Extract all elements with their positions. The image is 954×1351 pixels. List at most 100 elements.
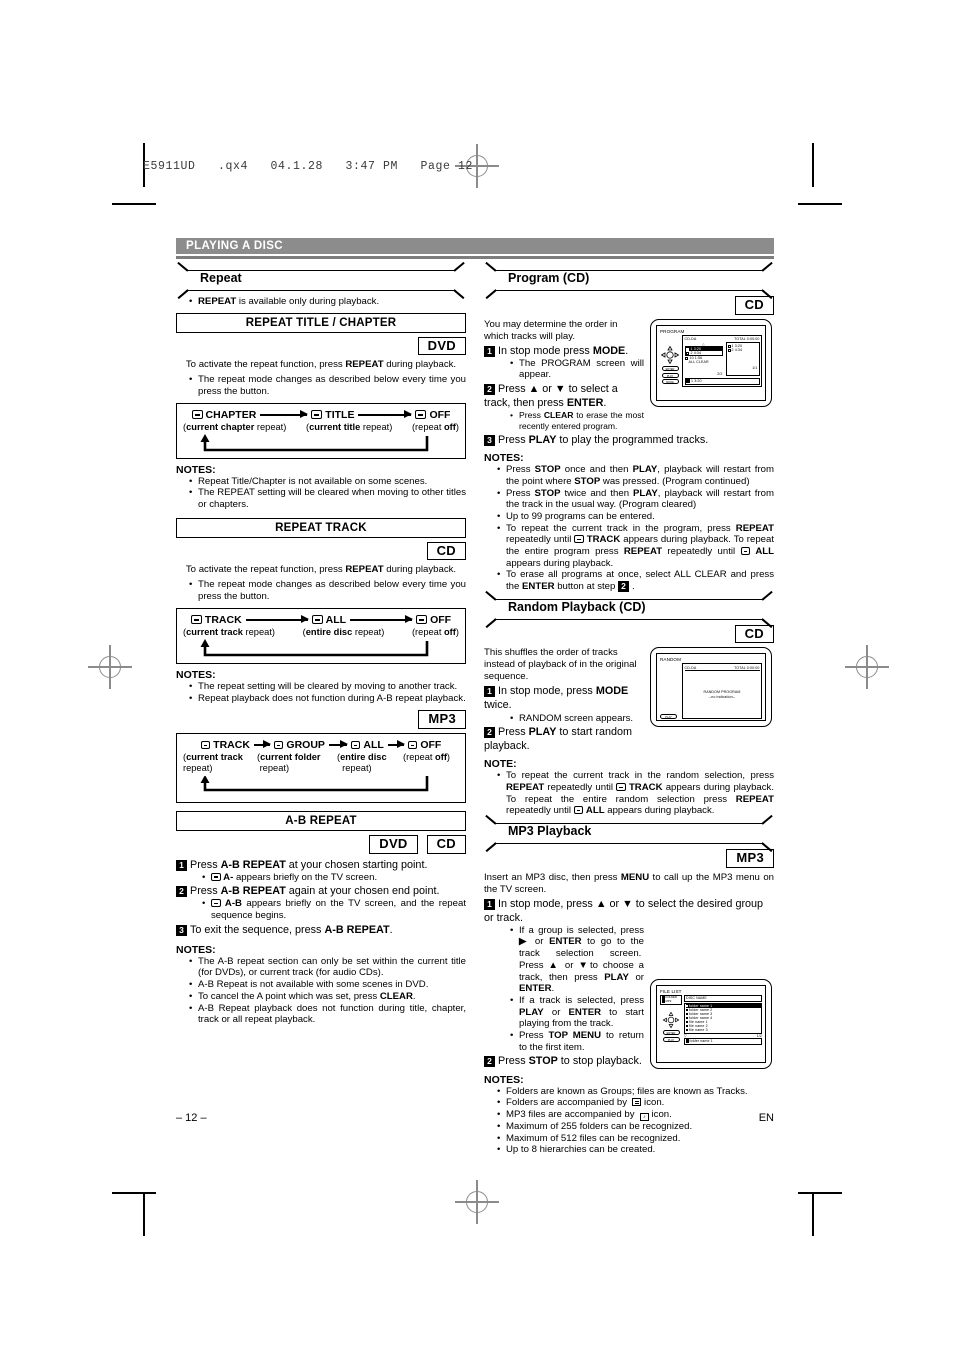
flow-sub-track: (current track repeat) xyxy=(183,626,275,637)
mp3-file-icon xyxy=(685,1024,688,1028)
step-number: 2 xyxy=(176,886,187,898)
box-repeat-track: REPEAT TRACK xyxy=(176,517,466,538)
flow-row: CHAPTER TITLE OFF xyxy=(183,409,459,421)
heading-random: Random Playback (CD) xyxy=(484,598,774,620)
note-text: The REPEAT setting will be cleared when … xyxy=(198,487,466,511)
section-banner: PLAYING A DISC xyxy=(176,238,774,254)
step-sub-text: RANDOM screen appears. xyxy=(519,712,634,724)
flow-item-chapter: CHAPTER xyxy=(191,409,256,421)
note-text: Maximum of 512 files can be recognized. xyxy=(506,1132,681,1144)
flow-item-track: TRACK xyxy=(190,614,242,626)
random-lead: This shuffles the order of tracks instea… xyxy=(484,647,637,683)
osd-total-time: TOTAL 0:00:00 xyxy=(734,665,760,670)
osd-program-title: PROGRAM xyxy=(660,328,685,334)
badge-cd: CD xyxy=(426,541,466,561)
note-item: • A-B Repeat playback does not function … xyxy=(189,1003,466,1026)
step-sub-item: • If a track is selected, press PLAY or … xyxy=(510,994,644,1030)
step-item: 2 Press ▲ or ▼ to select a track, then pr… xyxy=(484,383,618,410)
step-item: 1 In stop mode, press ▲ or ▼ to select th… xyxy=(484,897,764,924)
note-item: • Press STOP twice and then PLAY, playba… xyxy=(497,487,774,511)
step-sub-item: • A-B appears briefly on the TV screen, … xyxy=(202,898,466,922)
repeat-track-lead: To activate the repeat function, press R… xyxy=(185,564,457,576)
heading-program: Program (CD) xyxy=(484,270,774,291)
heading-repeat-label: Repeat xyxy=(200,271,242,285)
repeat-title-bullet-text: The repeat mode changes as described bel… xyxy=(198,374,466,398)
osd-filelist-title: FILE LIST xyxy=(660,988,682,994)
flow-item-all: ALL xyxy=(350,739,384,751)
bullet-dot-icon: • xyxy=(189,374,193,386)
notes-title-random: NOTE: xyxy=(484,758,517,771)
flow-sub-off: (repeat off) xyxy=(411,626,459,637)
flow-repeat-track: TRACK ALL OFF (current track repeat) (en… xyxy=(176,607,466,664)
crop-mark-bottom-left-v xyxy=(143,1192,145,1236)
osd-disc-type: CD-DA xyxy=(684,337,697,342)
folder-icon xyxy=(685,1039,689,1044)
flow-sub-chapter: (current chapter repeat) xyxy=(183,421,287,432)
loop-arrow-icon xyxy=(200,638,429,657)
badge-row-dvd: DVD xyxy=(176,336,466,356)
heading-mp3-label: MP3 Playback xyxy=(508,824,592,839)
note-item: • Folders are accompanied by icon. xyxy=(497,1097,665,1109)
mp3-body: • If a group is selected, press ▶ or ENT… xyxy=(484,925,774,1069)
mp3-file-icon xyxy=(685,1020,688,1024)
step-number: 3 xyxy=(176,924,187,936)
osd-bottom-row: folder name 1 xyxy=(689,1039,713,1044)
note-item: • A-B Repeat is not available with some … xyxy=(189,979,466,991)
repeat-intro-bold: REPEAT xyxy=(198,296,237,307)
bullet-dot-icon: • xyxy=(202,871,206,883)
folder-icon xyxy=(632,1098,642,1107)
repeat-icon xyxy=(311,410,323,420)
program-lead: You may determine the order in which tra… xyxy=(484,318,618,342)
step-item: 2 Press A-B REPEAT again at your chosen e… xyxy=(176,884,466,898)
repeat-icon xyxy=(190,615,202,625)
note-item: • To repeat the current track in the ran… xyxy=(497,770,774,817)
bullet-dot-icon: • xyxy=(510,924,514,936)
badge-mp3: MP3 xyxy=(726,849,774,868)
bullet-dot-icon: • xyxy=(497,1132,501,1144)
direction-pad-icon xyxy=(662,1011,680,1028)
osd-program-inner: PROGRAM ENTER PLAY MODE CD-DA TOTAL 0:00… xyxy=(656,324,766,401)
osd-program-row: 2 4:34 xyxy=(731,348,743,353)
badge-cd: CD xyxy=(734,296,774,315)
flow-item-off: OFF xyxy=(416,614,451,626)
osd-program-screen: PROGRAM ENTER PLAY MODE CD-DA TOTAL 0:00… xyxy=(650,318,772,407)
page-content: PLAYING A DISC Repeat • REPEAT is availa… xyxy=(176,238,774,1156)
note-text: Repeat playback does not function during… xyxy=(198,692,466,704)
bullet-dot-icon: • xyxy=(497,770,501,782)
language-code: EN xyxy=(758,1112,774,1124)
loop-arrow-icon xyxy=(200,775,429,792)
flow-repeat-mp3: TRACK GROUP ALL OFF (current track repeat… xyxy=(176,732,466,803)
box-repeat-title-chapter: REPEAT TITLE / CHAPTER xyxy=(176,312,466,333)
track-icon xyxy=(727,348,731,352)
repeat-icon xyxy=(200,740,211,749)
bullet-dot-icon: • xyxy=(189,1002,193,1014)
osd-scroll-down-icon: ▽ xyxy=(684,1033,687,1038)
note-text: The A-B repeat section can only be set w… xyxy=(198,955,466,979)
bullet-dot-icon: • xyxy=(189,692,193,704)
step-number: 1 xyxy=(484,345,495,357)
osd-button-mode: MODE xyxy=(661,379,679,385)
page-number: – 12 – xyxy=(176,1112,207,1124)
step-number: 3 xyxy=(484,435,495,447)
crop-mark-top-left xyxy=(112,203,156,205)
mp3-lead: Insert an MP3 disc, then press MENU to c… xyxy=(484,871,774,895)
page-footer: – 12 – EN xyxy=(176,1112,774,1124)
step-sub-item: • A- appears briefly on the TV screen. xyxy=(202,871,378,883)
registration-mark-bottom xyxy=(455,1180,499,1224)
flow-sub-track: (current track repeat) xyxy=(183,751,243,773)
osd-random-screen: RANDOM PLAY CD-DA TOTAL 0:00:00 RANDOM P… xyxy=(650,647,772,728)
repeat-icon xyxy=(311,615,323,625)
crop-mark-bottom-right-v xyxy=(812,1192,814,1236)
box-ab-repeat: A-B REPEAT xyxy=(176,810,466,831)
note-text: Up to 99 programs can be entered. xyxy=(506,510,655,522)
step-sub-item: • The PROGRAM screen will appear. xyxy=(484,358,644,381)
repeat-icon xyxy=(574,535,584,544)
bullet-dot-icon: • xyxy=(497,464,501,476)
track-icon xyxy=(686,379,690,384)
bullet-dot-icon: • xyxy=(497,522,501,534)
note-item: • Up to 99 programs can be entered. xyxy=(497,511,774,523)
repeat-track-bullet: • The repeat mode changes as described b… xyxy=(176,579,466,602)
folder-icon xyxy=(685,1012,688,1016)
arrow-icon xyxy=(245,615,309,624)
step-sub-item: • Press TOP MENU to return to the first … xyxy=(510,1030,644,1053)
